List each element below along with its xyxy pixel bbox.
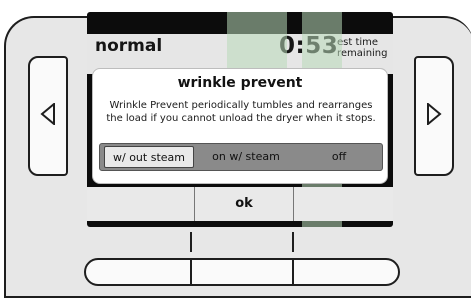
est-time-label: est time remaining (337, 37, 388, 59)
left-arrow-icon (40, 101, 56, 129)
right-nav-button[interactable] (414, 56, 454, 176)
option-without-steam[interactable]: w/ out steam (104, 146, 194, 168)
button-marker (190, 232, 192, 252)
right-arrow-icon (426, 101, 442, 129)
hardware-button-left[interactable] (86, 260, 190, 284)
wrinkle-prevent-dialog: wrinkle prevent Wrinkle Prevent periodic… (92, 68, 388, 184)
left-nav-button[interactable] (28, 56, 68, 176)
cycle-mode-label: normal (95, 36, 163, 56)
dialog-description: Wrinkle Prevent periodically tumbles and… (106, 100, 376, 124)
hardware-button-bar (84, 258, 400, 286)
option-off[interactable]: off (300, 146, 378, 168)
hardware-button-center[interactable] (192, 260, 292, 284)
option-with-steam[interactable]: on w/ steam (200, 146, 292, 168)
button-marker (292, 232, 294, 252)
option-selector: w/ out steam on w/ steam off (99, 143, 383, 171)
hardware-button-right[interactable] (294, 260, 398, 284)
ok-button[interactable]: ok (194, 187, 294, 221)
dialog-title: wrinkle prevent (177, 75, 303, 91)
